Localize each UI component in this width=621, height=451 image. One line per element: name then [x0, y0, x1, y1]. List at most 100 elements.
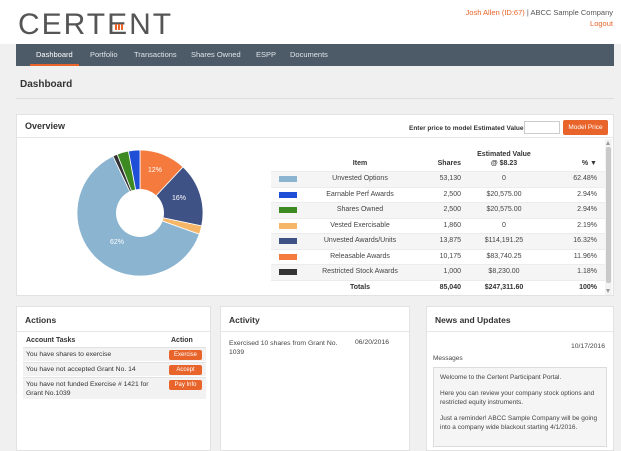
- action-header: Action: [171, 337, 193, 344]
- overview-divider: [17, 137, 613, 138]
- legend-swatch: [279, 238, 297, 244]
- table-row: Earnable Perf Awards 2,500 $20,575.00 2.…: [271, 186, 607, 203]
- pie-label-unvested-awards: 16%: [172, 195, 186, 202]
- task-row: You have not funded Exercise # 1421 for …: [23, 377, 206, 399]
- row-pct: 62.48%: [573, 175, 597, 182]
- overview-title: Overview: [25, 121, 66, 131]
- row-shares: 53,130: [439, 175, 461, 182]
- table-row: Vested Exercisable 1,860 0 2.19%: [271, 217, 607, 234]
- row-shares: 2,500: [443, 206, 461, 213]
- task-row: You have not accepted Grant No. 14 Accep…: [23, 362, 206, 376]
- overview-scrollbar[interactable]: [605, 139, 612, 295]
- totals-shares: 85,040: [439, 283, 461, 291]
- pay-info-button[interactable]: Pay Info: [169, 380, 202, 390]
- table-row: Unvested Awards/Units 13,875 $114,191.25…: [271, 233, 607, 249]
- exercise-button[interactable]: Exercise: [169, 350, 202, 360]
- actions-panel: Actions Account Tasks Action You have sh…: [16, 306, 211, 451]
- legend-swatch: [279, 176, 297, 182]
- holdings-pie-chart: 62% 16% 12%: [76, 149, 204, 277]
- row-item: Unvested Options: [332, 175, 388, 182]
- actions-divider: [17, 331, 210, 332]
- message-item: Welcome to the Certent Participant Porta…: [440, 374, 562, 381]
- main-nav: Dashboard Portfolio Transactions Shares …: [16, 44, 614, 66]
- news-panel: News and Updates 10/17/2016 Messages Wel…: [426, 306, 614, 451]
- pie-label-unvested-options: 62%: [110, 239, 124, 246]
- row-shares: 1,000: [443, 268, 461, 275]
- legend-swatch: [279, 222, 297, 229]
- row-pct: 2.19%: [577, 221, 597, 229]
- row-item: Vested Exercisable: [330, 221, 390, 229]
- tab-transactions[interactable]: Transactions: [128, 44, 183, 66]
- task-text: You have not accepted Grant No. 14: [26, 366, 136, 373]
- scroll-down-icon[interactable]: [606, 289, 610, 293]
- row-value: 0: [502, 175, 506, 182]
- row-pct: 2.94%: [577, 206, 597, 213]
- user-name-link[interactable]: Josh Allen (ID:67): [466, 8, 525, 17]
- message-item: Here you can review your company stock o…: [440, 390, 595, 406]
- table-row: Shares Owned 2,500 $20,575.00 2.94%: [271, 202, 607, 218]
- user-info: Josh Allen (ID:67) | ABCC Sample Company…: [466, 8, 613, 28]
- row-value: 0: [502, 221, 506, 229]
- activity-panel: Activity Exercised 10 shares from Grant …: [220, 306, 410, 451]
- accept-button[interactable]: Accept: [169, 365, 202, 375]
- row-value: $8,230.00: [488, 268, 520, 275]
- tab-dashboard[interactable]: Dashboard: [30, 44, 79, 66]
- row-shares: 2,500: [443, 190, 461, 198]
- row-pct: 11.96%: [573, 252, 597, 260]
- tab-shares-owned[interactable]: Shares Owned: [185, 44, 247, 66]
- col-header-est-value-line1: Estimated Value: [477, 151, 531, 158]
- pie-donut-hole: [116, 189, 164, 237]
- logout-link[interactable]: Logout: [466, 19, 613, 28]
- model-price-button[interactable]: Model Price: [563, 120, 608, 135]
- row-shares: 10,175: [439, 252, 461, 260]
- row-shares: 13,875: [439, 237, 461, 244]
- account-tasks-header: Account Tasks: [26, 337, 76, 344]
- row-value: $114,191.25: [484, 237, 524, 244]
- legend-swatch: [279, 253, 297, 260]
- model-price-input[interactable]: [524, 121, 560, 134]
- row-item: Shares Owned: [336, 206, 384, 213]
- row-pct: 16.32%: [573, 237, 597, 244]
- task-text: You have shares to exercise: [26, 351, 112, 358]
- row-item: Earnable Perf Awards: [326, 190, 394, 198]
- messages-label: Messages: [433, 355, 463, 362]
- totals-value: $247,311.60: [484, 283, 524, 291]
- certent-logo[interactable]: CERTENT: [18, 8, 173, 42]
- row-value: $83,740.25: [486, 252, 522, 260]
- app-header: CERTENT Josh Allen (ID:67) | ABCC Sample…: [0, 0, 621, 44]
- pie-label-releasable-awards: 12%: [148, 167, 162, 174]
- row-value: $20,575.00: [486, 190, 522, 198]
- scroll-up-icon[interactable]: [606, 141, 610, 145]
- row-item: Releasable Awards: [330, 252, 390, 260]
- activity-item-text: Exercised 10 shares from Grant No. 1039: [229, 340, 338, 356]
- page-title: Dashboard: [20, 79, 73, 90]
- activity-title: Activity: [229, 315, 260, 325]
- legend-swatch: [279, 269, 297, 275]
- news-divider: [427, 331, 613, 332]
- table-row: Restricted Stock Awards 1,000 $8,230.00 …: [271, 264, 607, 280]
- activity-divider: [221, 331, 409, 332]
- news-title: News and Updates: [435, 315, 511, 325]
- message-item: Just a reminder! ABCC Sample Company wil…: [440, 415, 598, 431]
- table-row: Releasable Awards 10,175 $83,740.25 11.9…: [271, 248, 607, 265]
- legend-swatch: [279, 207, 297, 213]
- news-date: 10/17/2016: [570, 343, 605, 350]
- row-pct: 1.18%: [577, 268, 597, 275]
- tab-portfolio[interactable]: Portfolio: [84, 44, 124, 66]
- table-row: Unvested Options 53,130 0 62.48%: [271, 171, 607, 187]
- activity-item-date: 06/20/2016: [355, 339, 390, 346]
- messages-box: Welcome to the Certent Participant Porta…: [433, 367, 607, 447]
- divider: [16, 98, 614, 99]
- company-name: | ABCC Sample Company: [524, 8, 613, 17]
- tab-documents[interactable]: Documents: [284, 44, 334, 66]
- legend-swatch: [279, 191, 297, 198]
- col-header-est-value-line2: @ $8.23: [490, 160, 518, 167]
- scroll-thumb[interactable]: [606, 147, 611, 283]
- task-row: You have shares to exercise Exercise: [23, 347, 206, 361]
- logo-bars-icon: [115, 4, 125, 30]
- overview-panel: Overview Enter price to model Estimated …: [16, 114, 614, 296]
- row-pct: 2.94%: [577, 190, 597, 198]
- row-value: $20,575.00: [486, 206, 522, 213]
- tab-espp[interactable]: ESPP: [250, 44, 282, 66]
- actions-title: Actions: [25, 315, 57, 325]
